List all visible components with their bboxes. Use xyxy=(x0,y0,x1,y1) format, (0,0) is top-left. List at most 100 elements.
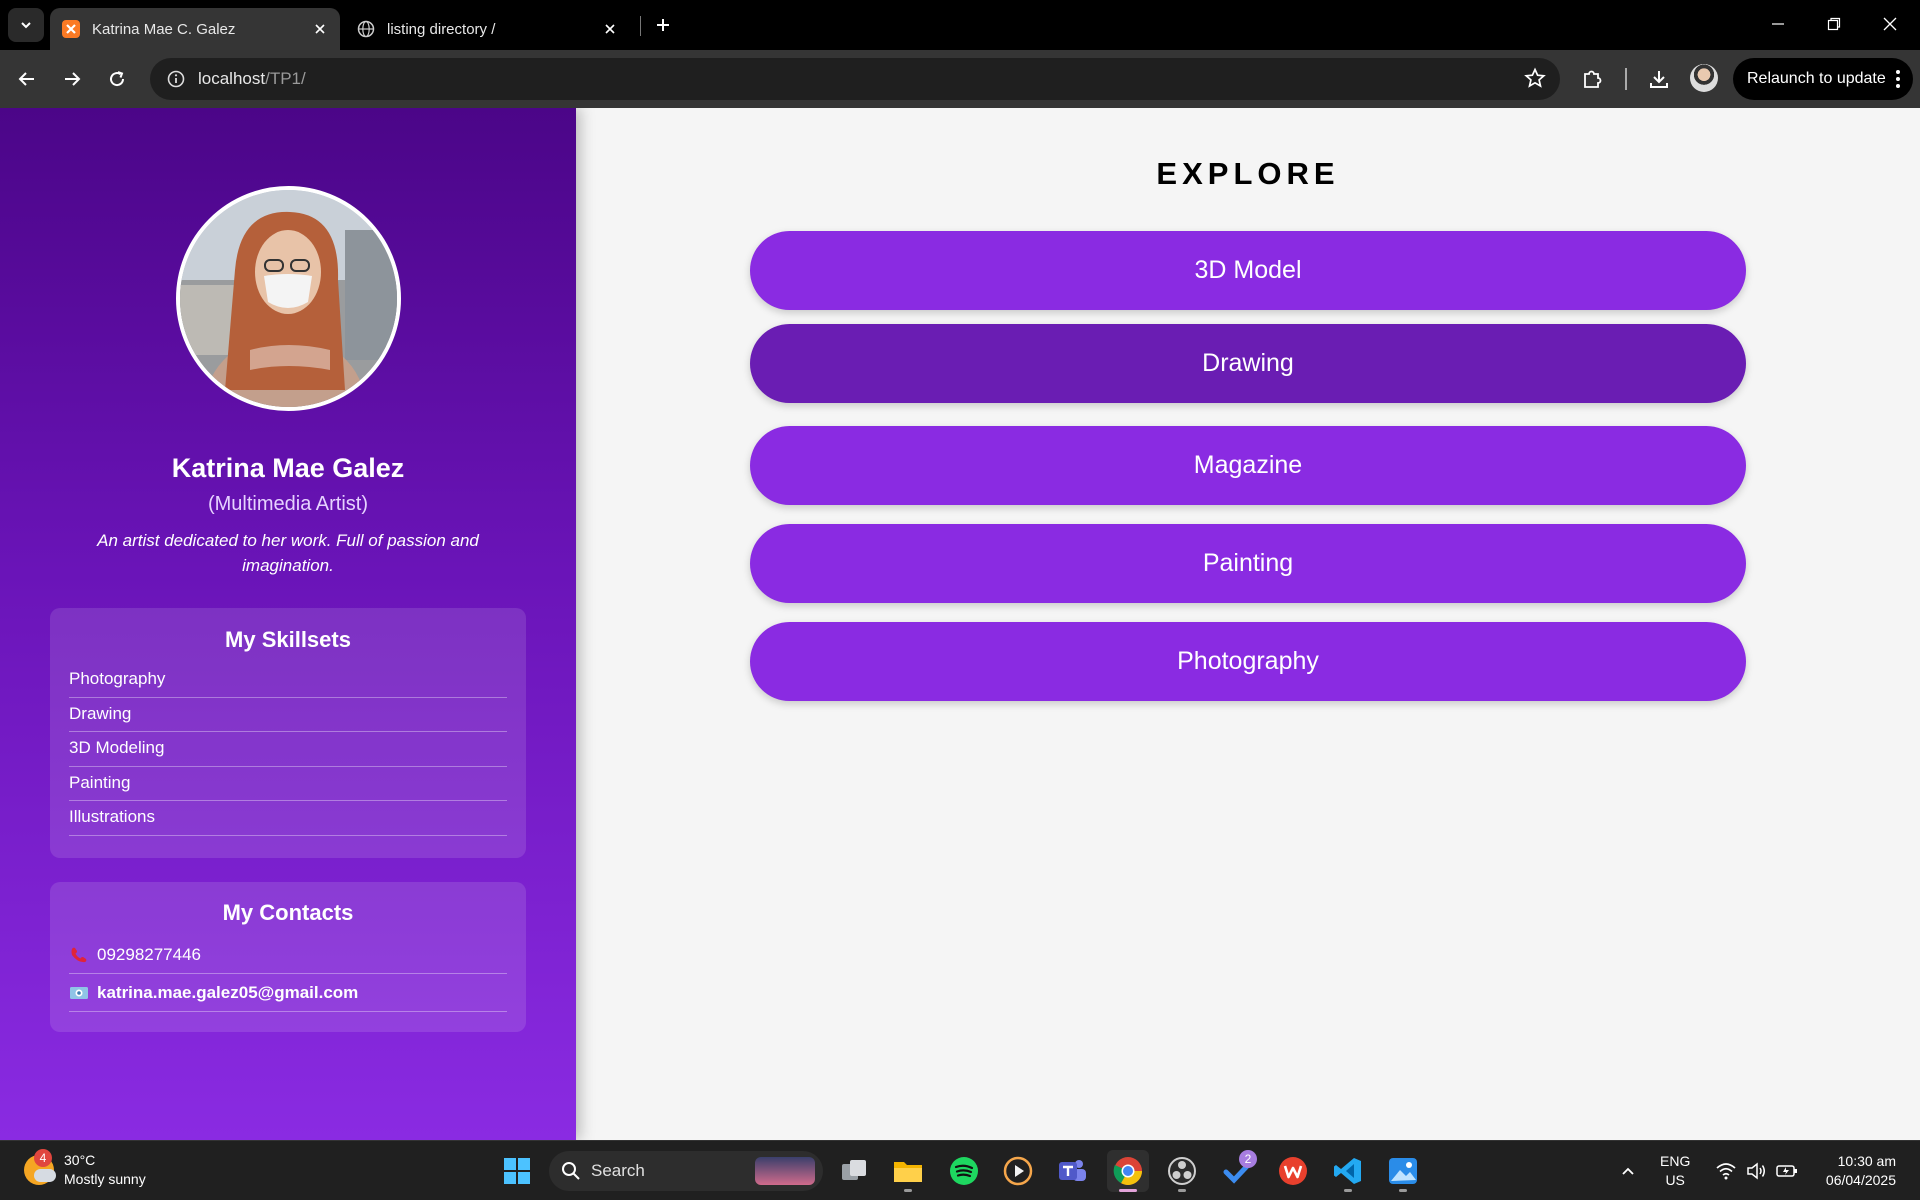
obs-button[interactable] xyxy=(1161,1150,1203,1192)
media-player-button[interactable] xyxy=(997,1150,1039,1192)
contacts-card: My Contacts 09298277446 katrina.mae.gale… xyxy=(50,882,526,1032)
restore-button[interactable] xyxy=(1806,0,1862,48)
reload-button[interactable] xyxy=(100,62,134,96)
vscode-icon xyxy=(1334,1158,1361,1184)
contact-phone: 09298277446 xyxy=(69,936,507,974)
download-icon xyxy=(1650,71,1668,88)
arrow-left-icon xyxy=(18,72,34,86)
close-tab-icon[interactable] xyxy=(596,15,624,43)
address-bar[interactable]: localhost/TP1/ xyxy=(150,58,1560,100)
phone-number: 09298277446 xyxy=(97,944,202,964)
teams-icon xyxy=(1059,1160,1086,1181)
folder-icon xyxy=(894,1162,922,1182)
close-icon xyxy=(1883,17,1897,31)
chevron-down-icon xyxy=(21,22,31,29)
weather-temperature: 30°C xyxy=(64,1152,96,1168)
explore-button-3d-model[interactable]: 3D Model xyxy=(750,231,1746,310)
explore-button-painting[interactable]: Painting xyxy=(750,524,1746,603)
chrome-button[interactable] xyxy=(1107,1150,1149,1192)
wps-office-icon xyxy=(1279,1157,1307,1185)
windows-taskbar: 4 30°C Mostly sunny Search 2 ENG US 10:3… xyxy=(0,1140,1920,1200)
skill-item: Photography xyxy=(69,663,507,698)
chevron-up-icon xyxy=(1622,1167,1634,1175)
clock-time: 10:30 am xyxy=(1837,1153,1896,1169)
downloads-button[interactable] xyxy=(1642,62,1676,96)
vscode-button[interactable] xyxy=(1327,1150,1369,1192)
minimize-icon xyxy=(1772,23,1784,25)
wps-office-button[interactable] xyxy=(1272,1150,1314,1192)
new-tab-button[interactable] xyxy=(648,8,678,42)
file-explorer-button[interactable] xyxy=(887,1150,929,1192)
more-menu-icon[interactable] xyxy=(1895,68,1901,95)
browser-toolbar: localhost/TP1/ Relaunch to update xyxy=(0,50,1920,108)
obs-icon xyxy=(1168,1157,1196,1185)
language-indicator[interactable]: ENG US xyxy=(1660,1141,1690,1200)
bookmark-star-icon[interactable] xyxy=(1524,67,1546,94)
profile-sidebar: Katrina Mae Galez (Multimedia Artist) An… xyxy=(0,108,576,1140)
profile-name: Katrina Mae Galez xyxy=(171,453,405,483)
search-highlight-image xyxy=(755,1157,815,1185)
wifi-icon xyxy=(1716,1163,1736,1180)
tab-katrina[interactable]: Katrina Mae C. Galez xyxy=(50,8,340,50)
show-hidden-icons-button[interactable] xyxy=(1620,1141,1636,1200)
tab-separator xyxy=(640,16,641,36)
close-tab-icon[interactable] xyxy=(306,15,334,43)
globe-icon xyxy=(357,20,375,38)
minimize-button[interactable] xyxy=(1750,0,1806,48)
contacts-heading: My Contacts xyxy=(222,900,354,925)
photos-button[interactable] xyxy=(1382,1150,1424,1192)
tab-search-button[interactable] xyxy=(8,8,44,42)
profile-photo xyxy=(176,186,401,411)
taskbar-search[interactable]: Search xyxy=(549,1151,823,1191)
clock[interactable]: 10:30 am 06/04/2025 xyxy=(1812,1141,1896,1200)
skillsets-card: My Skillsets Photography Drawing 3D Mode… xyxy=(50,608,526,858)
phone-icon xyxy=(69,945,97,965)
skill-item: Painting xyxy=(69,767,507,801)
skillsets-heading: My Skillsets xyxy=(225,627,351,652)
tab-title: listing directory / xyxy=(387,20,496,38)
battery-icon xyxy=(1776,1165,1797,1177)
xampp-icon xyxy=(62,20,80,38)
skill-item: Drawing xyxy=(69,698,507,732)
explore-heading: EXPLORE xyxy=(1156,156,1340,191)
close-window-button[interactable] xyxy=(1862,0,1918,48)
explore-button-drawing[interactable]: Drawing xyxy=(750,324,1746,403)
weather-widget[interactable]: 4 30°C Mostly sunny xyxy=(24,1149,146,1189)
site-info-icon[interactable] xyxy=(154,70,198,88)
extensions-button[interactable] xyxy=(1575,62,1609,96)
todo-button[interactable]: 2 xyxy=(1217,1150,1259,1192)
back-button[interactable] xyxy=(10,62,44,96)
page-content: Katrina Mae Galez (Multimedia Artist) An… xyxy=(0,108,1920,1140)
explore-button-magazine[interactable]: Magazine xyxy=(750,426,1746,505)
windows-icon xyxy=(504,1158,530,1184)
spotify-button[interactable] xyxy=(943,1150,985,1192)
start-button[interactable] xyxy=(496,1150,538,1192)
email-address[interactable]: katrina.mae.galez05@gmail.com xyxy=(97,983,358,1003)
explore-button-photography[interactable]: Photography xyxy=(750,622,1746,701)
forward-button[interactable] xyxy=(55,62,89,96)
url-host: localhost xyxy=(198,69,266,88)
puzzle-icon xyxy=(1584,70,1602,88)
todo-badge: 2 xyxy=(1239,1150,1257,1168)
relaunch-to-update-button[interactable]: Relaunch to update xyxy=(1733,58,1913,100)
task-view-button[interactable] xyxy=(833,1150,875,1192)
plus-icon xyxy=(657,19,669,31)
profile-bio: An artist dedicated to her work. Full of… xyxy=(97,531,479,575)
system-tray-status[interactable] xyxy=(1716,1141,1798,1200)
weather-sunny-icon: 4 xyxy=(24,1149,56,1185)
teams-button[interactable] xyxy=(1051,1150,1093,1192)
volume-icon xyxy=(1747,1162,1765,1180)
skill-item: Illustrations xyxy=(69,801,507,836)
tab-listing-directory[interactable]: listing directory / xyxy=(345,8,630,50)
play-circle-icon xyxy=(1003,1156,1033,1186)
search-icon xyxy=(562,1162,580,1180)
url-text: localhost/TP1/ xyxy=(198,69,306,89)
region-code: US xyxy=(1665,1172,1685,1188)
spotify-icon xyxy=(950,1157,978,1185)
arrow-right-icon xyxy=(65,72,81,86)
photos-icon xyxy=(1389,1158,1417,1184)
tab-title: Katrina Mae C. Galez xyxy=(92,20,236,38)
profile-avatar[interactable] xyxy=(1690,64,1718,92)
restore-icon xyxy=(1827,17,1841,31)
task-view-icon xyxy=(842,1160,866,1180)
